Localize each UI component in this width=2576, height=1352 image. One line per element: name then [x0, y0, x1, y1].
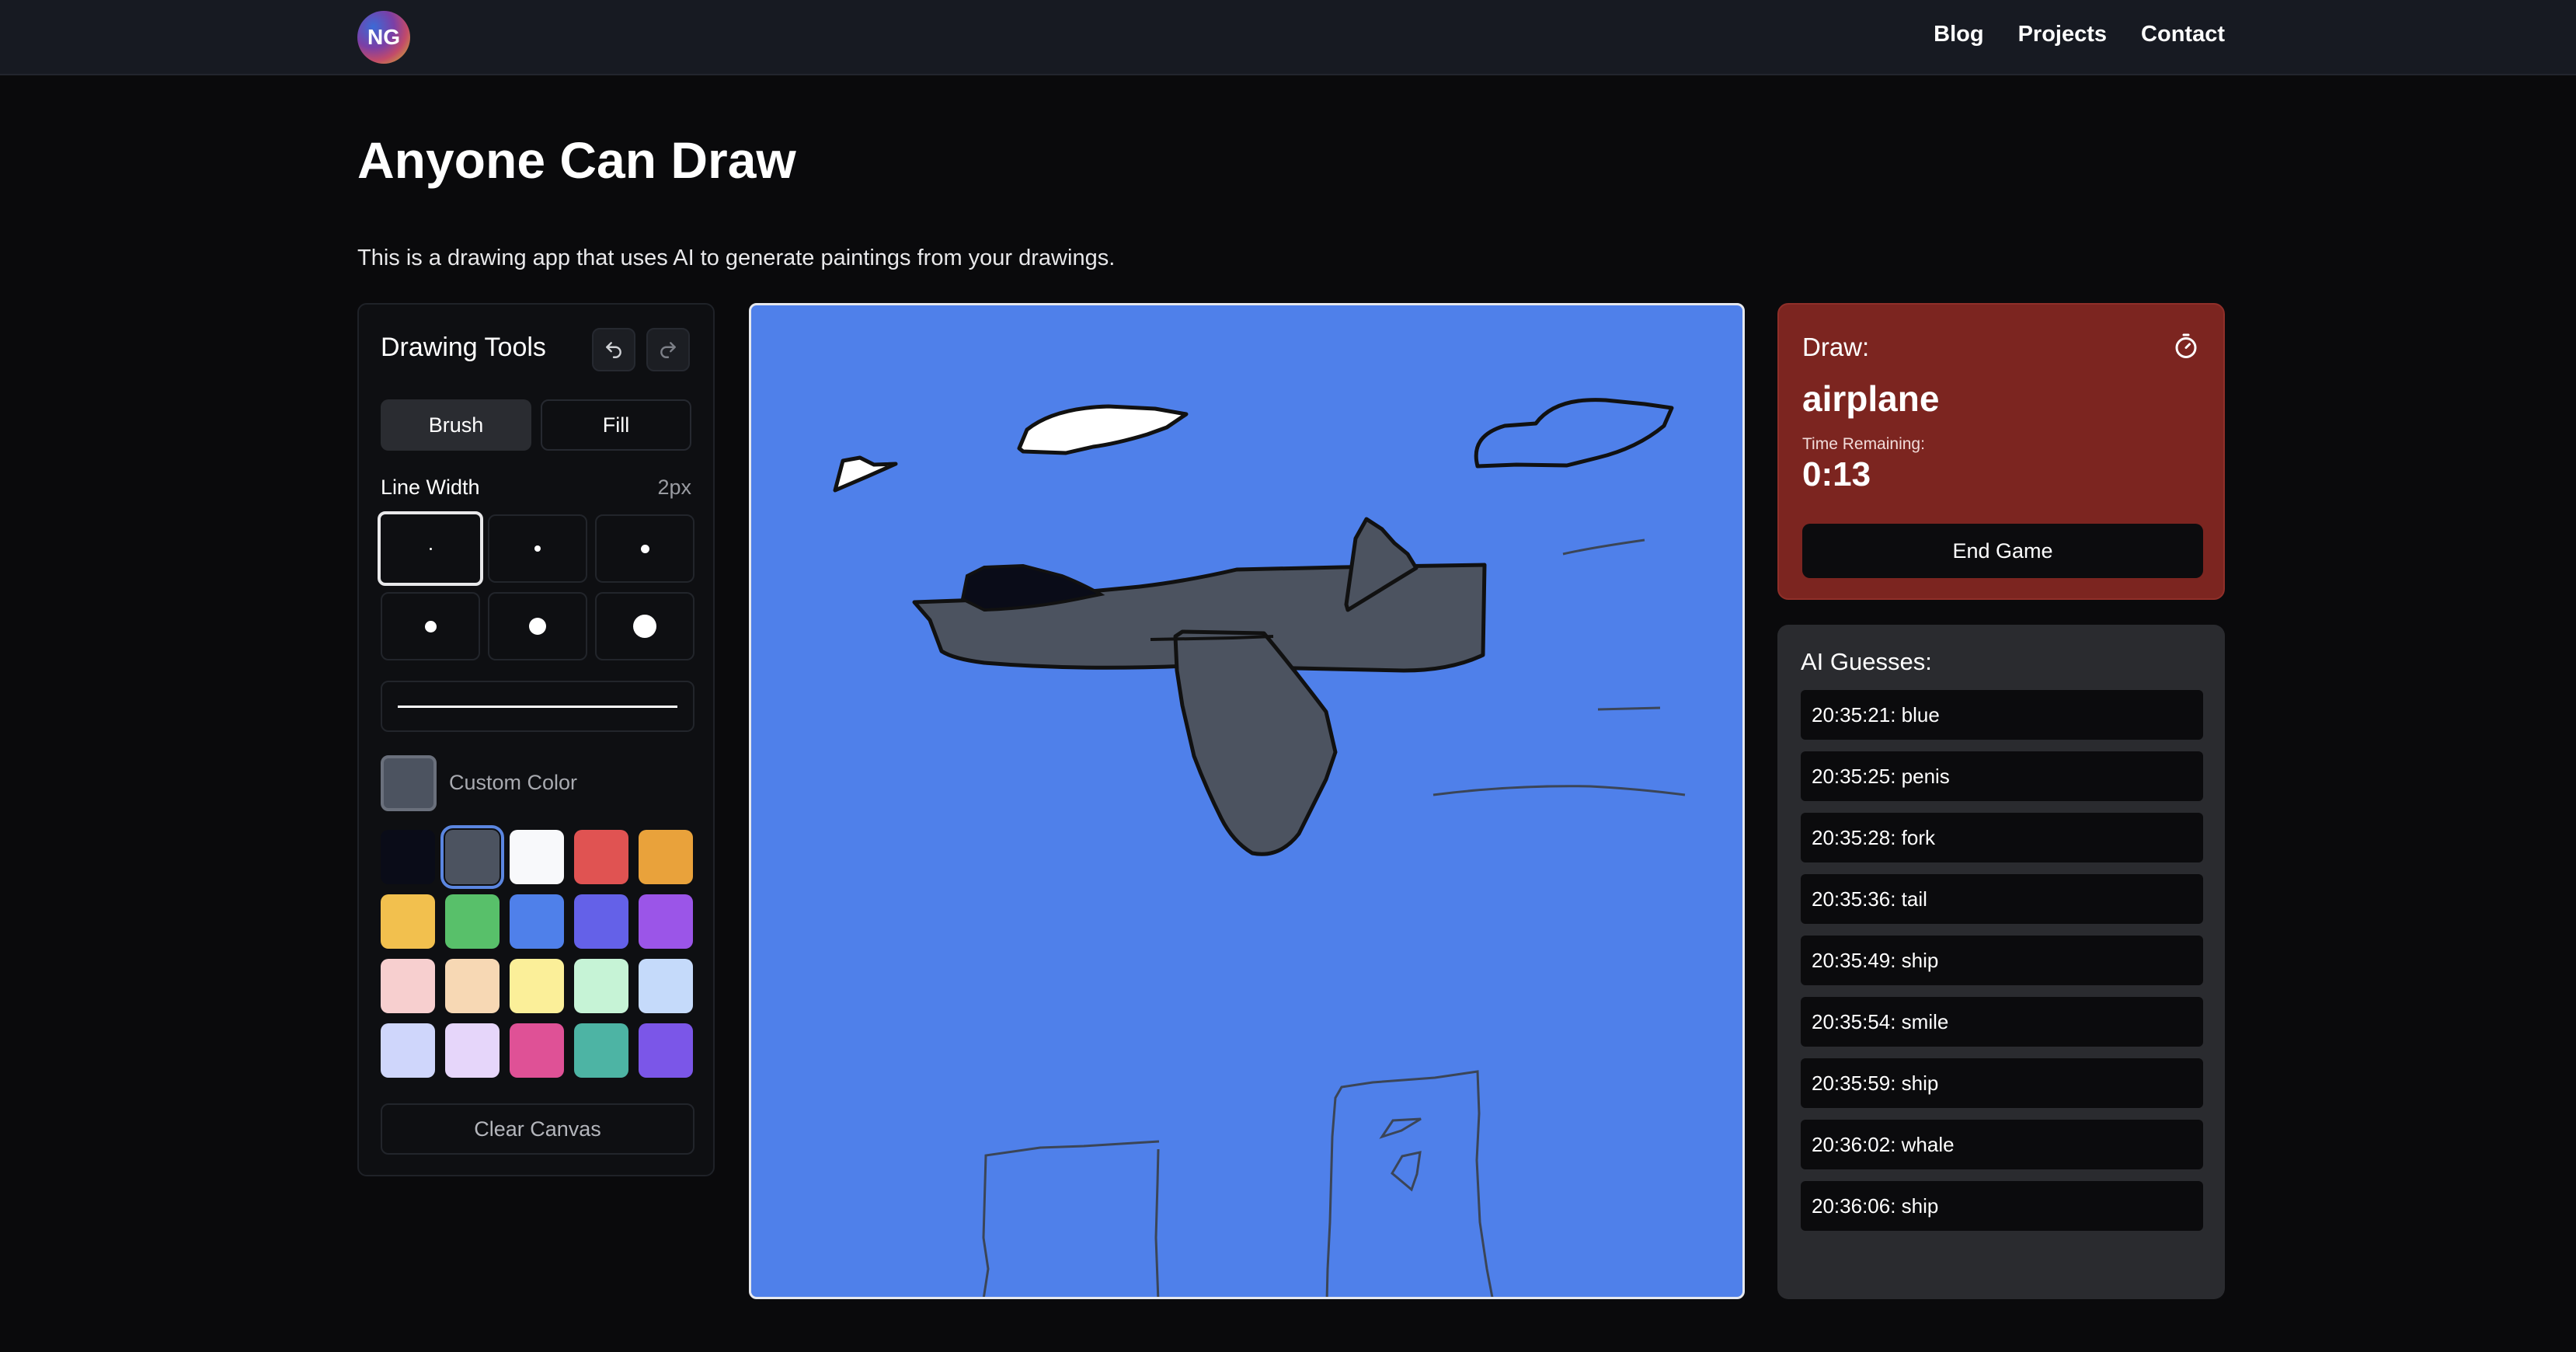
line-width-option[interactable] [595, 592, 694, 660]
color-swatch[interactable] [381, 959, 435, 1013]
fill-mode-button[interactable]: Fill [541, 399, 691, 451]
color-swatch[interactable] [639, 1023, 693, 1078]
width-dot [424, 620, 437, 632]
line-width-option[interactable] [381, 592, 480, 660]
guess-item: 20:36:02: whale [1801, 1120, 2203, 1169]
width-dot [429, 547, 432, 550]
nav-link-blog[interactable]: Blog [1934, 22, 1983, 47]
line-width-preview [381, 681, 694, 732]
color-swatch[interactable] [381, 894, 435, 949]
ai-guesses-panel: AI Guesses: 20:35:21: blue 20:35:25: pen… [1777, 625, 2225, 1299]
clear-canvas-button[interactable]: Clear Canvas [381, 1103, 694, 1155]
logo[interactable]: NG [357, 11, 410, 64]
guess-item: 20:35:59: ship [1801, 1058, 2203, 1108]
canvas-drawing [833, 398, 1686, 1297]
drawing-tools-panel: Drawing Tools Brush Fill Line Width 2px … [357, 303, 715, 1176]
guess-item: 20:35:21: blue [1801, 690, 2203, 740]
nav-link-contact[interactable]: Contact [2141, 22, 2225, 47]
timer-icon [2175, 333, 2197, 358]
color-swatch[interactable] [510, 830, 564, 884]
time-remaining-value: 0:13 [1802, 455, 1871, 493]
line-width-option[interactable] [378, 511, 483, 586]
nav-link-projects[interactable]: Projects [2018, 22, 2107, 47]
color-swatch[interactable] [510, 1023, 564, 1078]
guess-list[interactable]: 20:35:21: blue 20:35:25: penis 20:35:28:… [1801, 690, 2203, 1253]
color-swatch[interactable] [381, 830, 435, 884]
navbar: NG Blog Projects Contact [0, 0, 2576, 75]
line-width-option[interactable] [595, 514, 694, 583]
undo-button[interactable] [592, 328, 635, 371]
line-width-value: 2px [657, 476, 691, 499]
guess-item: 20:35:36: tail [1801, 874, 2203, 924]
color-swatch[interactable] [510, 959, 564, 1013]
drawing-tools-title: Drawing Tools [381, 333, 546, 362]
redo-button[interactable] [646, 328, 690, 371]
color-swatch[interactable] [445, 959, 500, 1013]
color-swatch[interactable] [445, 894, 500, 949]
color-swatch[interactable] [574, 1023, 628, 1078]
color-swatch[interactable] [381, 1023, 435, 1078]
page-description: This is a drawing app that uses AI to ge… [357, 246, 1116, 270]
brush-mode-button[interactable]: Brush [381, 399, 531, 451]
prompt-word: airplane [1802, 378, 1940, 419]
time-remaining-label: Time Remaining: [1802, 435, 1925, 453]
color-swatch[interactable] [574, 959, 628, 1013]
color-swatch[interactable] [639, 830, 693, 884]
guess-item: 20:36:06: ship [1801, 1181, 2203, 1231]
undo-icon [606, 342, 621, 358]
color-swatch[interactable] [639, 894, 693, 949]
guess-item: 20:35:54: smile [1801, 997, 2203, 1047]
prompt-card: Draw: airplane Time Remaining: 0:13 End … [1777, 303, 2225, 600]
width-dot [534, 545, 541, 552]
color-swatch[interactable] [639, 959, 693, 1013]
color-swatch[interactable] [574, 894, 628, 949]
page-title: Anyone Can Draw [357, 131, 796, 189]
width-dot [640, 544, 649, 553]
line-width-label: Line Width [381, 476, 480, 499]
custom-color-label: Custom Color [449, 771, 578, 794]
guess-item: 20:35:25: penis [1801, 751, 2203, 801]
nav-links: Blog Projects Contact [1934, 22, 2225, 47]
line-width-option[interactable] [488, 514, 587, 583]
line-preview-stroke [398, 706, 677, 708]
redo-icon [660, 342, 676, 358]
width-dot [529, 618, 546, 635]
width-dot [633, 615, 656, 638]
color-swatch[interactable] [445, 1023, 500, 1078]
color-swatch[interactable] [440, 825, 504, 889]
line-width-option[interactable] [488, 592, 587, 660]
drawing-canvas[interactable] [749, 303, 1745, 1299]
color-swatch[interactable] [510, 894, 564, 949]
draw-label: Draw: [1802, 333, 1870, 361]
color-swatch[interactable] [574, 830, 628, 884]
custom-color-picker[interactable] [381, 755, 437, 811]
ai-guesses-title: AI Guesses: [1801, 648, 1932, 675]
guess-item: 20:35:49: ship [1801, 936, 2203, 985]
guess-item: 20:35:28: fork [1801, 813, 2203, 862]
end-game-button[interactable]: End Game [1802, 524, 2203, 578]
